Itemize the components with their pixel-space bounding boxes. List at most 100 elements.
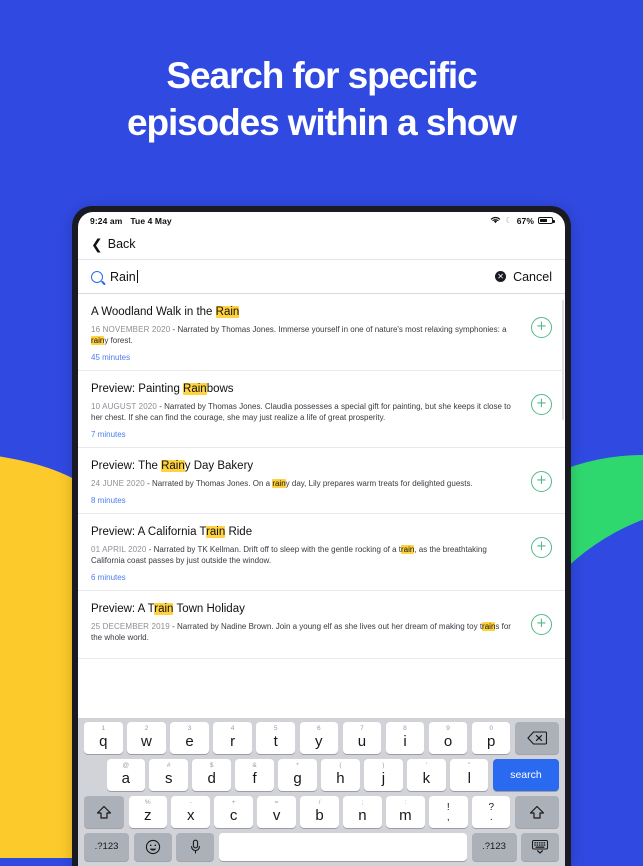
numeric-switch-right[interactable]: .?123 (471, 833, 517, 861)
search-key[interactable]: search (492, 759, 559, 791)
key-h[interactable]: (h (321, 759, 360, 791)
key-f[interactable]: & f (235, 759, 274, 791)
key-exclamation-comma[interactable]: !, (429, 796, 468, 828)
cancel-button[interactable]: Cancel (513, 270, 552, 284)
key-label: g (293, 769, 302, 787)
back-button[interactable]: ❮ Back (91, 237, 136, 251)
key-label: p (487, 732, 496, 750)
key-superscript: 3 (187, 725, 192, 732)
battery-percent: 67% (516, 215, 534, 226)
status-right-cluster: ☾ 67% (490, 215, 555, 226)
key-label: x (186, 806, 195, 824)
key-superscript: 0 (489, 725, 493, 732)
key-l[interactable]: " l (450, 759, 489, 791)
space-key[interactable] (218, 833, 467, 861)
key-m[interactable]: :m (386, 796, 425, 828)
plus-circle-icon[interactable]: + (531, 317, 552, 338)
key-label: h (336, 769, 345, 787)
headline-line-1: Search for specific (166, 55, 477, 96)
result-title: Preview: A California Train Ride (91, 525, 521, 539)
key-superscript: ; (361, 799, 364, 806)
key-x[interactable]: -x (171, 796, 210, 828)
key-superscript: 9 (446, 725, 450, 732)
table-row[interactable]: Preview: Painting Rainbows 10 AUGUST 202… (78, 371, 565, 448)
plus-circle-icon[interactable]: + (531, 471, 552, 492)
result-content: Preview: Painting Rainbows 10 AUGUST 202… (91, 382, 531, 439)
key-label: f (252, 769, 257, 787)
key-superscript: : (404, 799, 407, 806)
key-question-period[interactable]: ?. (472, 796, 511, 828)
keyboard-row-4: .?123 .?123 (81, 833, 562, 861)
result-duration[interactable]: 45 minutes (91, 353, 521, 362)
key-g[interactable]: * g (278, 759, 317, 791)
key-v[interactable]: = v (257, 796, 296, 828)
table-row[interactable]: A Woodland Walk in the Rain 16 NOVEMBER … (78, 294, 565, 371)
backspace-icon[interactable] (514, 722, 559, 754)
key-o[interactable]: 9o (428, 722, 468, 754)
key-superscript: 5 (273, 725, 278, 732)
key-y[interactable]: 6y (299, 722, 339, 754)
key-label: z (144, 806, 152, 824)
key-label: o (443, 732, 453, 750)
key-w[interactable]: 2w (127, 722, 166, 754)
result-duration[interactable]: 6 minutes (91, 573, 521, 582)
status-date: Tue 4 May (130, 215, 172, 226)
title-highlight: Rain (183, 383, 207, 395)
key-n[interactable]: ; n (343, 796, 382, 828)
key-e[interactable]: 3e (170, 722, 209, 754)
search-input[interactable]: Rain (110, 269, 138, 284)
key-t[interactable]: 5t (256, 722, 295, 754)
row2-spacer (84, 759, 102, 791)
key-j[interactable]: ) j (364, 759, 403, 791)
key-s[interactable]: # s (149, 759, 188, 791)
table-row[interactable]: Preview: A California Train Ride 01 APRI… (78, 514, 565, 591)
emoji-icon[interactable] (133, 833, 172, 861)
search-bar[interactable]: Rain ✕ Cancel (78, 260, 565, 294)
result-description: 16 NOVEMBER 2020 - Narrated by Thomas Jo… (91, 324, 521, 346)
key-label: j (381, 769, 386, 787)
key-superscript: = (274, 799, 279, 806)
keyboard-row-3: % z -x + c = v / b ; n :m !, ?. (81, 796, 562, 828)
key-c[interactable]: + c (214, 796, 253, 828)
result-description: 01 APRIL 2020 - Narrated by TK Kellman. … (91, 544, 521, 566)
key-label: n (358, 806, 367, 824)
key-k[interactable]: ' k (407, 759, 446, 791)
key-b[interactable]: / b (300, 796, 339, 828)
shift-icon-left[interactable] (84, 796, 125, 828)
key-label: v (272, 806, 281, 824)
result-duration[interactable]: 7 minutes (91, 430, 521, 439)
on-screen-keyboard[interactable]: 1q 2w 3e 4r 5t 6y 7u 8i 9o 0p @ a # s $ d &… (78, 718, 565, 866)
result-content: A Woodland Walk in the Rain 16 NOVEMBER … (91, 305, 531, 362)
key-z[interactable]: % z (128, 796, 167, 828)
key-label: s (164, 769, 173, 787)
result-duration[interactable]: 8 minutes (91, 496, 521, 505)
key-i[interactable]: 8i (385, 722, 425, 754)
plus-circle-icon[interactable]: + (531, 537, 552, 558)
back-button-label: Back (107, 237, 136, 251)
key-superscript: $ (209, 762, 214, 769)
plus-circle-icon[interactable]: + (531, 614, 552, 635)
navigation-bar: ❮ Back (78, 229, 565, 260)
hide-keyboard-icon[interactable] (521, 833, 559, 861)
key-label: l (467, 769, 471, 787)
shift-icon-right[interactable] (514, 796, 559, 828)
table-row[interactable]: Preview: The Rainy Day Bakery 24 JUNE 20… (78, 448, 565, 514)
key-label: a (121, 769, 130, 787)
table-row[interactable]: Preview: A Train Town Holiday 25 DECEMBE… (78, 591, 565, 659)
key-label: b (315, 806, 324, 824)
battery-icon (538, 216, 555, 225)
key-d[interactable]: $ d (192, 759, 231, 791)
key-superscript: - (189, 799, 192, 806)
key-r[interactable]: 4r (213, 722, 252, 754)
clear-search-button[interactable]: ✕ (495, 271, 507, 282)
key-q[interactable]: 1q (84, 722, 123, 754)
key-u[interactable]: 7u (342, 722, 382, 754)
desc-part: - Narrated by Nadine Brown. Join a young… (169, 622, 483, 631)
key-superscript: % (144, 799, 151, 806)
key-p[interactable]: 0p (471, 722, 511, 754)
plus-circle-icon[interactable]: + (531, 394, 552, 415)
key-a[interactable]: @ a (106, 759, 145, 791)
numeric-switch-left[interactable]: .?123 (84, 833, 129, 861)
microphone-icon[interactable] (176, 833, 214, 861)
desc-highlight: rain (482, 622, 496, 631)
